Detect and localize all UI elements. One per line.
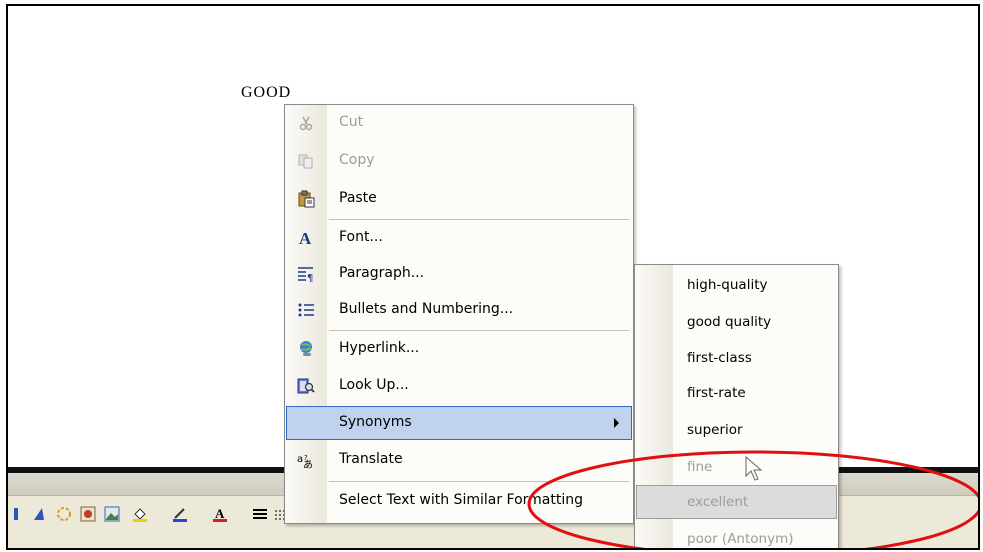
menu-item-hyperlink[interactable]: Hyperlink... <box>287 333 631 365</box>
line-style-icon[interactable] <box>252 506 268 522</box>
copy-icon <box>297 152 315 170</box>
font-color-icon[interactable]: A <box>212 506 228 522</box>
hyperlink-icon <box>297 340 315 358</box>
menu-separator <box>329 330 629 331</box>
cut-icon <box>297 114 315 132</box>
mouse-cursor-icon <box>745 456 763 481</box>
menu-item-label: Paragraph... <box>339 265 425 281</box>
line-color-icon[interactable] <box>172 506 188 522</box>
menu-item-cut[interactable]: Cut <box>287 107 631 139</box>
menu-item-label: Copy <box>339 152 375 168</box>
menu-item-label: Select Text with Similar Formatting <box>339 492 584 508</box>
menu-item-label: Font... <box>339 229 383 245</box>
synonym-label: first-class <box>687 350 752 366</box>
submenu-arrow-icon <box>614 418 619 428</box>
document-window: GOOD A Cut Copy Paste A Font... ¶ Paragr… <box>6 4 980 550</box>
svg-text:A: A <box>299 229 312 247</box>
fill-color-icon[interactable] <box>132 506 148 522</box>
synonym-item-fine[interactable]: fine <box>637 451 836 483</box>
menu-item-label: Bullets and Numbering... <box>339 301 514 317</box>
document-text[interactable]: GOOD <box>241 84 291 102</box>
synonym-label: poor (Antonym) <box>687 531 794 547</box>
menu-item-bullets[interactable]: Bullets and Numbering... <box>287 294 631 326</box>
synonym-item-good-quality[interactable]: good quality <box>637 306 836 338</box>
menu-item-copy[interactable]: Copy <box>287 145 631 177</box>
translate-icon: a? あ <box>297 451 315 469</box>
diagram-icon[interactable] <box>56 506 72 522</box>
synonym-item-high-quality[interactable]: high-quality <box>637 269 836 301</box>
synonym-item-first-rate[interactable]: first-rate <box>637 377 836 409</box>
menu-item-look-up[interactable]: Look Up... <box>287 370 631 402</box>
menu-item-translate[interactable]: a? あ Translate <box>287 444 631 476</box>
menu-item-synonyms[interactable]: Synonyms <box>286 406 632 440</box>
svg-text:¶: ¶ <box>307 273 313 283</box>
menu-item-label: Look Up... <box>339 377 409 393</box>
synonym-item-first-class[interactable]: first-class <box>637 342 836 374</box>
menu-separator <box>329 219 629 220</box>
menu-item-select-similar-formatting[interactable]: Select Text with Similar Formatting <box>287 485 631 517</box>
synonyms-submenu: high-quality good quality first-class fi… <box>634 264 839 548</box>
synonym-item-superior[interactable]: superior <box>637 414 836 446</box>
synonym-label: excellent <box>687 494 749 510</box>
lookup-icon <box>297 377 315 395</box>
line-tool-icon[interactable] <box>12 506 28 522</box>
synonym-label: good quality <box>687 314 772 330</box>
context-menu: Cut Copy Paste A Font... ¶ Paragraph... … <box>284 104 634 524</box>
synonym-item-excellent[interactable]: excellent <box>636 485 837 519</box>
svg-text:A: A <box>215 506 225 521</box>
menu-item-label: Synonyms <box>339 414 412 430</box>
menu-item-label: Paste <box>339 190 377 206</box>
paragraph-icon: ¶ <box>297 265 315 283</box>
font-icon: A <box>297 229 315 247</box>
menu-item-font[interactable]: A Font... <box>287 222 631 254</box>
synonym-label: superior <box>687 422 743 438</box>
synonym-item-poor-antonym[interactable]: poor (Antonym) <box>637 523 836 548</box>
synonym-label: high-quality <box>687 277 768 293</box>
bullets-icon <box>297 301 315 319</box>
clipart-icon[interactable] <box>80 506 96 522</box>
paste-icon <box>297 190 315 208</box>
menu-item-paste[interactable]: Paste <box>287 183 631 215</box>
wordart-icon[interactable] <box>32 506 48 522</box>
synonym-label: fine <box>687 459 713 475</box>
svg-text:あ: あ <box>303 459 313 469</box>
menu-item-paragraph[interactable]: ¶ Paragraph... <box>287 258 631 290</box>
menu-item-label: Translate <box>339 451 403 467</box>
picture-icon[interactable] <box>104 506 120 522</box>
menu-separator <box>329 481 629 482</box>
synonym-label: first-rate <box>687 385 746 401</box>
menu-item-label: Cut <box>339 114 364 130</box>
menu-item-label: Hyperlink... <box>339 340 420 356</box>
